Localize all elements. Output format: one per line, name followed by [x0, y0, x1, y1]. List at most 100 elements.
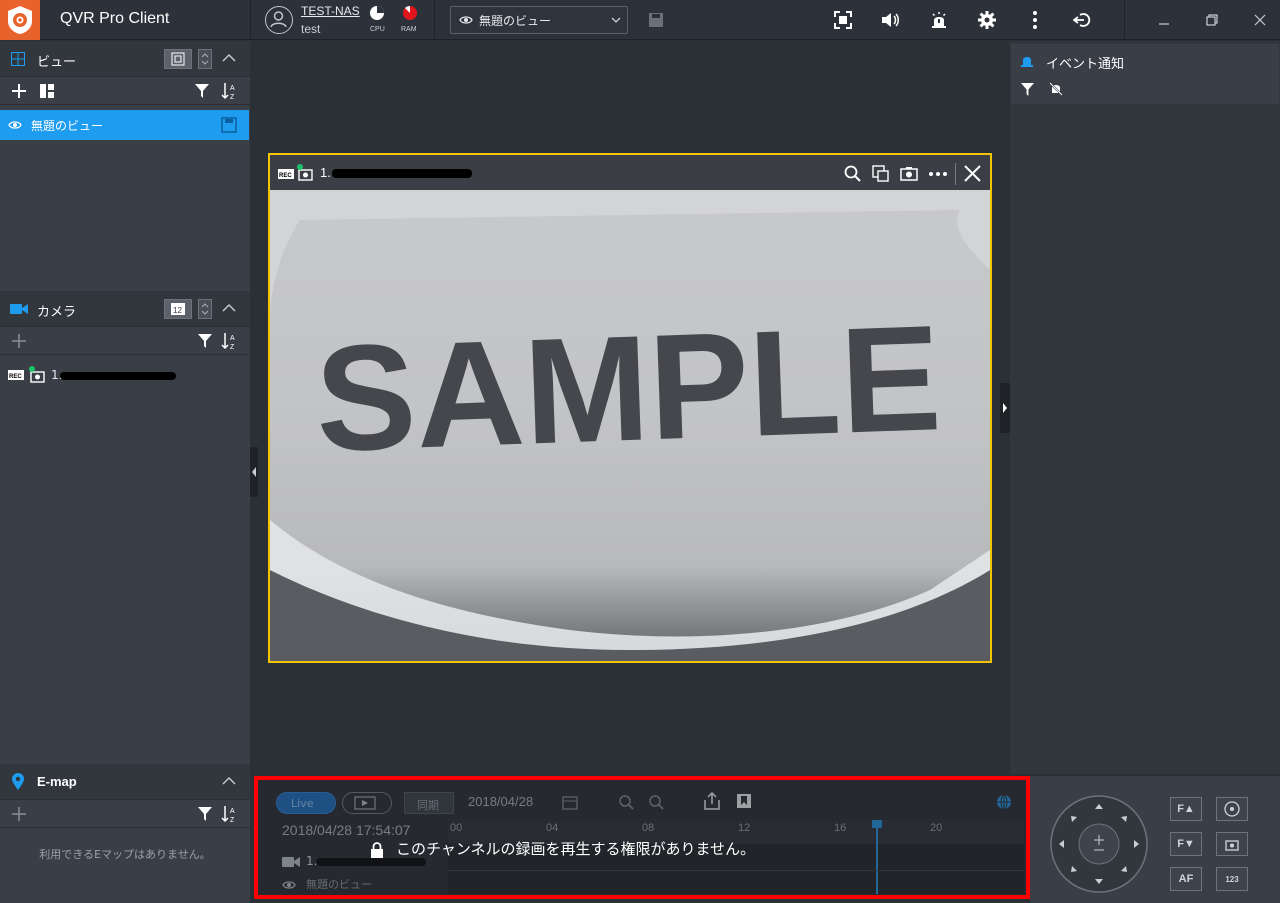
camera-tile[interactable]: REC 1. SAMPLE: [268, 153, 992, 663]
divider: [1124, 0, 1125, 40]
pip-icon[interactable]: [872, 165, 889, 182]
add-icon[interactable]: [12, 84, 26, 98]
ptz-patrol-button[interactable]: [1216, 832, 1248, 856]
calendar-icon[interactable]: [562, 794, 578, 810]
add-icon[interactable]: [12, 334, 26, 348]
sort-icon[interactable]: AZ: [221, 82, 239, 100]
sync-button[interactable]: 同期: [404, 792, 454, 814]
video-feed[interactable]: SAMPLE: [270, 190, 990, 661]
eye-icon: [8, 120, 22, 130]
camera-sort-button[interactable]: 12: [164, 299, 192, 319]
divider: [955, 163, 956, 185]
emap-title: E-map: [37, 774, 77, 789]
ptz-home-button[interactable]: [1216, 797, 1248, 821]
view-layout-button[interactable]: [164, 49, 192, 69]
timeline-cursor-handle[interactable]: [872, 820, 882, 828]
export-icon[interactable]: [704, 792, 720, 810]
collapse-right-handle[interactable]: [1000, 383, 1010, 433]
view-layout-stepper[interactable]: [198, 49, 212, 69]
chevron-down-icon: [611, 17, 621, 23]
right-panel: [1010, 41, 1280, 774]
close-icon[interactable]: [1248, 8, 1272, 32]
svg-text:Z: Z: [230, 817, 235, 823]
globe-icon[interactable]: [996, 794, 1012, 810]
timeline-tick: 08: [642, 822, 655, 834]
ptz-panel: F▲ F▼ AF 123: [1030, 776, 1280, 903]
svg-text:A: A: [230, 85, 235, 92]
playback-date: 2018/04/28: [468, 794, 534, 809]
filter-icon[interactable]: [1021, 83, 1034, 96]
ptz-preset-button[interactable]: 123: [1216, 867, 1248, 891]
close-tile-icon[interactable]: [964, 165, 981, 182]
zoom-out-icon[interactable]: [648, 794, 664, 810]
user-avatar-icon[interactable]: [265, 6, 293, 34]
camera-tile-name: 1.: [320, 165, 331, 180]
view-list-item[interactable]: 無題のビュー: [0, 110, 249, 140]
svg-text:A: A: [230, 335, 235, 342]
emap-header[interactable]: E-map: [0, 764, 250, 800]
more-vertical-icon[interactable]: [1023, 8, 1047, 32]
fullscreen-icon[interactable]: [831, 8, 855, 32]
emap-empty-message: 利用できるEマップはありません。: [39, 848, 211, 861]
camera-toolbar: AZ: [0, 327, 250, 355]
view-select-value: 無題のビュー: [479, 14, 552, 28]
views-toolbar: AZ: [0, 77, 250, 105]
nas-name-link[interactable]: TEST-NAS: [301, 4, 360, 18]
timeline-tick: 16: [834, 822, 847, 834]
divider: [434, 0, 435, 40]
save-icon[interactable]: [221, 117, 237, 133]
filter-icon[interactable]: [198, 807, 212, 821]
ram-meter-icon: [402, 5, 418, 21]
volume-icon[interactable]: [879, 8, 903, 32]
minimize-icon[interactable]: [1152, 8, 1176, 32]
views-title: ビュー: [37, 55, 77, 70]
snapshot-icon[interactable]: [900, 166, 918, 181]
gear-icon[interactable]: [975, 8, 999, 32]
zoom-icon[interactable]: [844, 165, 861, 182]
more-horizontal-icon[interactable]: [929, 172, 947, 176]
view-select-dropdown[interactable]: 無題のビュー: [450, 6, 628, 34]
focus-near-button[interactable]: F▼: [1170, 832, 1202, 856]
mute-bell-icon[interactable]: [1049, 82, 1063, 96]
divider: [448, 870, 1024, 871]
chevron-up-icon[interactable]: [222, 303, 236, 313]
timeline-cursor[interactable]: [876, 820, 878, 894]
camera-list-item[interactable]: REC 1.: [0, 362, 249, 390]
add-icon[interactable]: [12, 807, 26, 821]
sync-label: 同期: [417, 799, 439, 812]
filter-icon[interactable]: [198, 334, 212, 348]
chevron-up-icon[interactable]: [222, 776, 236, 786]
event-notification-panel: イベント通知: [1011, 44, 1279, 104]
eye-icon: [459, 15, 473, 25]
sort-icon[interactable]: AZ: [221, 332, 239, 350]
camera-icon: [282, 856, 300, 868]
restore-icon[interactable]: [1200, 8, 1224, 32]
user-name: test: [301, 22, 321, 36]
camera-sort-stepper[interactable]: [198, 299, 212, 319]
event-title: イベント通知: [1046, 57, 1125, 72]
rec-badge-icon: REC: [8, 370, 24, 380]
chevron-up-icon[interactable]: [222, 53, 236, 63]
alarm-icon[interactable]: [927, 8, 951, 32]
playback-mode-button[interactable]: [342, 792, 392, 814]
map-pin-icon: [11, 773, 25, 791]
filter-icon[interactable]: [195, 84, 209, 98]
collapse-left-handle[interactable]: [250, 447, 258, 497]
ptz-joystick[interactable]: [1049, 794, 1149, 894]
views-header[interactable]: ビュー: [0, 41, 250, 77]
camera-header[interactable]: カメラ 12: [0, 291, 250, 327]
svg-text:REC: REC: [9, 374, 22, 380]
logout-icon[interactable]: [1071, 8, 1095, 32]
layout-icon[interactable]: [40, 84, 54, 98]
autofocus-button[interactable]: AF: [1170, 867, 1202, 891]
app-title: QVR Pro Client: [60, 10, 170, 27]
save-view-icon[interactable]: [644, 8, 668, 32]
focus-far-button[interactable]: F▲: [1170, 797, 1202, 821]
sort-icon[interactable]: AZ: [221, 805, 239, 823]
zoom-in-icon[interactable]: [618, 794, 634, 810]
playback-panel: Live 同期 2018/04/28 2018/04/28 17:54:07 0…: [254, 776, 1030, 899]
live-button[interactable]: Live: [276, 792, 336, 814]
bookmark-icon[interactable]: [736, 793, 752, 809]
svg-text:Z: Z: [230, 94, 235, 100]
svg-text:REC: REC: [279, 173, 292, 179]
